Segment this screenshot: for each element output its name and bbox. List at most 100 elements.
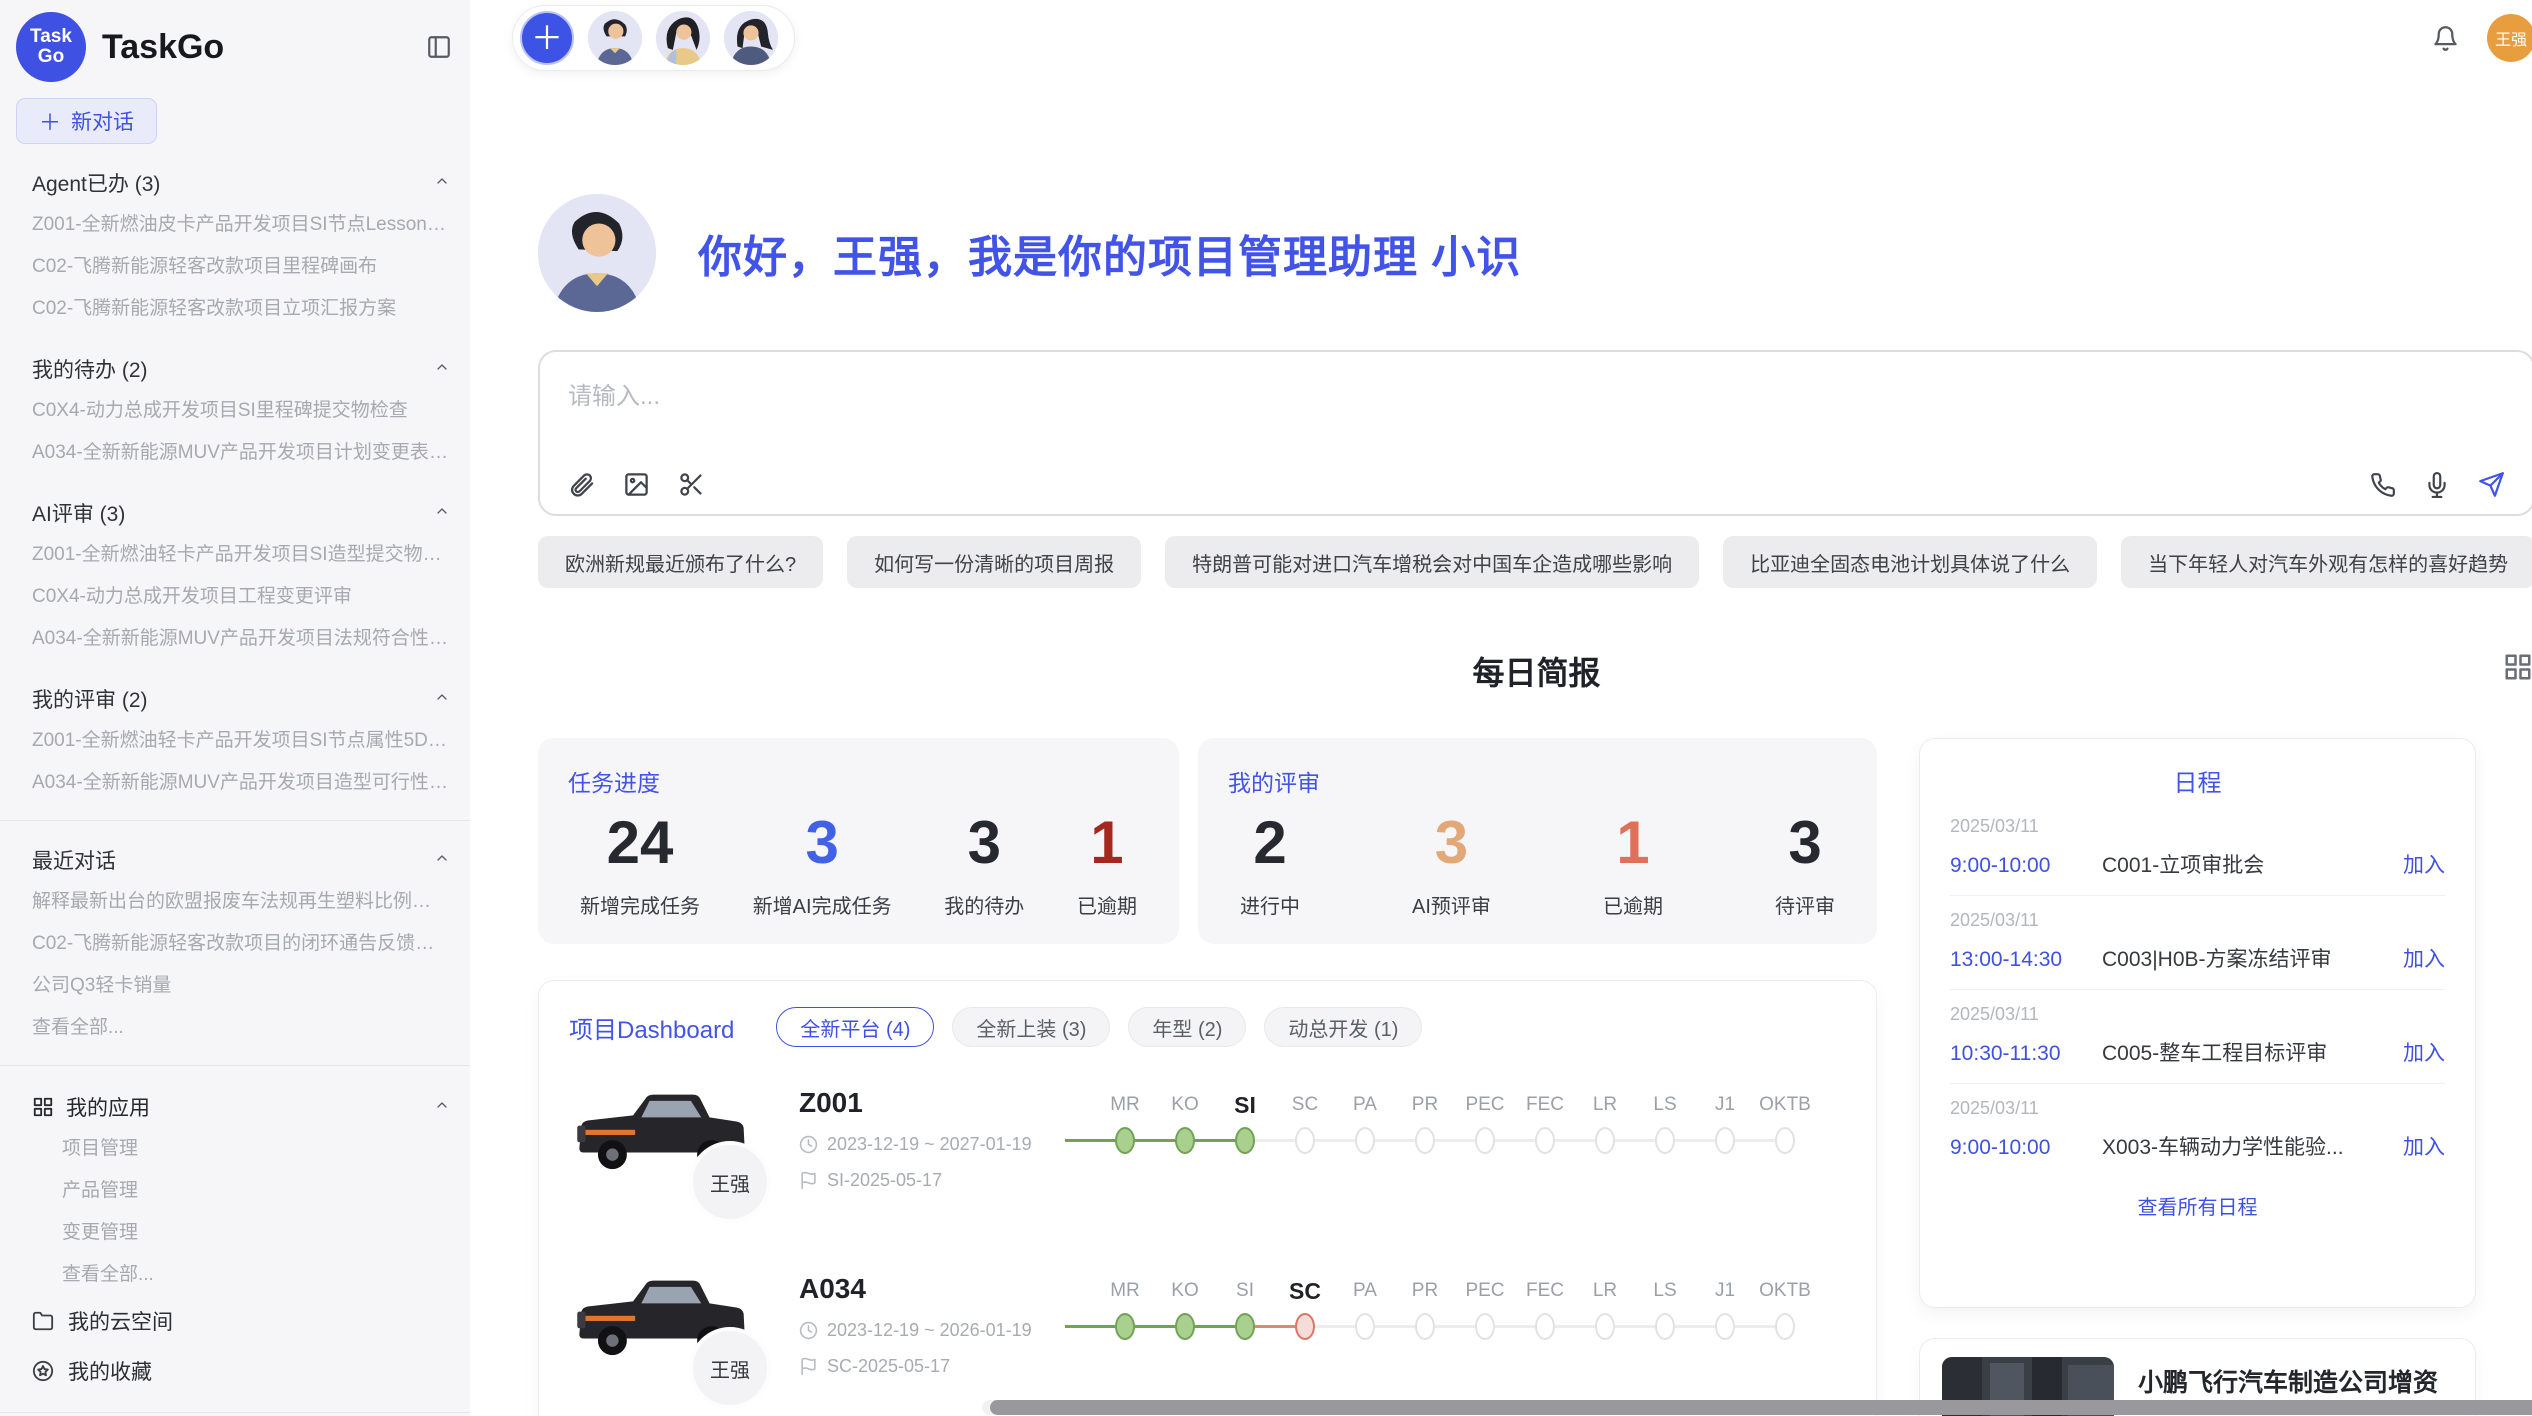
app-link[interactable]: 项目管理 <box>0 1128 470 1170</box>
milestone: SI <box>1215 1271 1275 1340</box>
schedule-title: 日程 <box>1950 763 2445 798</box>
sidebar-item-cloud-space[interactable]: 我的云空间 <box>0 1296 470 1346</box>
view-all-schedule-link[interactable]: 查看所有日程 <box>1950 1191 2445 1220</box>
stat-item: 3 我的待办 <box>944 810 1024 919</box>
section-title: 最近对话 <box>32 845 434 875</box>
recent-chat-item[interactable]: C02-飞腾新能源轻客改款项目的闭环通告反馈情况 <box>0 923 470 965</box>
schedule-name: C003|H0B-方案冻结评审 <box>2102 943 2389 973</box>
stat-label: 新增完成任务 <box>580 890 700 919</box>
notification-bell-icon[interactable] <box>2432 25 2459 52</box>
project-info: A034 2023-12-19 ~ 2026-01-19 SC-2025-05-… <box>799 1269 1095 1377</box>
section-header-ai-review[interactable]: AI评审 (3) <box>0 490 470 534</box>
agent-avatar[interactable] <box>724 11 778 65</box>
input-tools-left <box>568 471 705 498</box>
sidebar-item[interactable]: C0X4-动力总成开发项目SI里程碑提交物检查 <box>0 390 470 432</box>
suggestion-chip[interactable]: 特朗普可能对进口汽车增税会对中国车企造成哪些影响 <box>1165 536 1699 588</box>
milestone-label: PA <box>1353 1085 1377 1125</box>
milestone-node <box>1355 1127 1375 1154</box>
suggestion-chip[interactable]: 当下年轻人对汽车外观有怎样的喜好趋势 <box>2121 536 2532 588</box>
image-upload-icon[interactable] <box>623 471 650 498</box>
sidebar-item[interactable]: C02-飞腾新能源轻客改款项目立项汇报方案 <box>0 288 470 330</box>
clock-icon <box>799 1135 818 1154</box>
sidebar-item[interactable]: Z001-全新燃油轻卡产品开发项目SI造型提交物评审 <box>0 534 470 576</box>
new-chat-button[interactable]: ＋ 新对话 <box>16 98 157 144</box>
attachment-icon[interactable] <box>568 471 595 498</box>
sidebar-item[interactable]: Z001-全新燃油轻卡产品开发项目SI节点属性5D文件评审 <box>0 720 470 762</box>
scrollbar-thumb[interactable] <box>990 1400 2532 1415</box>
filter-pill[interactable]: 动总开发 (1) <box>1264 1007 1422 1047</box>
sidebar-item[interactable]: C02-飞腾新能源轻客改款项目里程碑画布 <box>0 246 470 288</box>
sidebar-item[interactable]: A034-全新新能源MUV产品开发项目造型可行性评审 <box>0 762 470 804</box>
milestone: PEC <box>1455 1085 1515 1154</box>
folder-icon <box>32 1310 54 1332</box>
sidebar-collapse-icon[interactable] <box>426 34 452 60</box>
app-link[interactable]: 变更管理 <box>0 1212 470 1254</box>
send-icon[interactable] <box>2478 471 2505 498</box>
filter-pill[interactable]: 全新上装 (3) <box>952 1007 1110 1047</box>
agent-avatar[interactable] <box>656 11 710 65</box>
microphone-icon[interactable] <box>2424 472 2450 498</box>
scissors-icon[interactable] <box>678 471 705 498</box>
app-link[interactable]: 查看全部... <box>0 1254 470 1296</box>
stat-items: 24 新增完成任务 3 新增AI完成任务 3 <box>568 810 1149 919</box>
app-link[interactable]: 产品管理 <box>0 1170 470 1212</box>
milestone-node <box>1415 1127 1435 1154</box>
chat-input[interactable]: 请输入... <box>538 350 2532 516</box>
milestone-node <box>1715 1127 1735 1154</box>
section-header-recent[interactable]: 最近对话 <box>0 837 470 881</box>
layout-grid-icon[interactable] <box>2503 652 2532 687</box>
suggestion-chip[interactable]: 如何写一份清晰的项目周报 <box>847 536 1141 588</box>
schedule-item: 2025/03/11 9:00-10:00 X003-车辆动力学性能验... 加… <box>1950 1084 2445 1177</box>
section-header-my-todo[interactable]: 我的待办 (2) <box>0 346 470 390</box>
stat-label: 我的待办 <box>944 890 1024 919</box>
filter-pill[interactable]: 全新平台 (4) <box>776 1007 934 1047</box>
join-link[interactable]: 加入 <box>2403 943 2445 973</box>
project-owner-badge: 王强 <box>689 1141 771 1223</box>
sidebar-item[interactable]: Z001-全新燃油皮卡产品开发项目SI节点Lesson Learn报告 <box>0 204 470 246</box>
sidebar-section-ai-review: AI评审 (3) Z001-全新燃油轻卡产品开发项目SI造型提交物评审C0X4-… <box>0 490 470 660</box>
schedule-time: 13:00-14:30 <box>1950 948 2102 972</box>
project-row[interactable]: 王强 Z001 2023-12-19 ~ 2027-01-19 SI-2025-… <box>569 1083 1846 1233</box>
milestone-node <box>1415 1313 1435 1340</box>
horizontal-scrollbar[interactable] <box>982 1400 2532 1415</box>
topbar: ＋ 王强 <box>538 2 2532 74</box>
section-header-my-apps[interactable]: 我的应用 <box>0 1082 470 1128</box>
suggestion-chip[interactable]: 欧洲新规最近颁布了什么? <box>538 536 823 588</box>
recent-chat-item[interactable]: 公司Q3轻卡销量 <box>0 965 470 1007</box>
schedule-time: 9:00-10:00 <box>1950 1136 2102 1160</box>
agent-avatar[interactable] <box>588 11 642 65</box>
milestone-node <box>1595 1127 1615 1154</box>
app-root: Task Go TaskGo ＋ 新对话 Agent已办 (3) Z001-全新… <box>0 0 2532 1416</box>
section-title: AI评审 (3) <box>32 498 434 528</box>
daily-briefing-header: 每日简报 <box>538 648 2532 694</box>
milestone-label: PA <box>1353 1271 1377 1311</box>
recent-chat-item[interactable]: 解释最新出台的欧盟报废车法规再生塑料比例被调到15%... <box>0 881 470 923</box>
sidebar-item[interactable]: C0X4-动力总成开发项目工程变更评审 <box>0 576 470 618</box>
sidebar-item[interactable]: A034-全新新能源MUV产品开发项目计划变更表编写 <box>0 432 470 474</box>
user-avatar[interactable]: 王强 <box>2487 14 2532 62</box>
stat-item: 3 AI预评审 <box>1412 810 1491 919</box>
project-row[interactable]: 王强 A034 2023-12-19 ~ 2026-01-19 SC-2025-… <box>569 1269 1846 1416</box>
milestone: LR <box>1575 1271 1635 1340</box>
filter-pill[interactable]: 年型 (2) <box>1128 1007 1246 1047</box>
sidebar-item-favorites[interactable]: 我的收藏 <box>0 1346 470 1396</box>
milestone-label: OKTB <box>1759 1085 1811 1125</box>
milestone: SC <box>1275 1085 1335 1154</box>
section-header-my-review[interactable]: 我的评审 (2) <box>0 676 470 720</box>
schedule-item: 2025/03/11 9:00-10:00 C001-立项审批会 加入 <box>1950 802 2445 896</box>
add-agent-button[interactable]: ＋ <box>520 11 574 65</box>
stat-value: 3 <box>944 810 1024 876</box>
milestone-label: KO <box>1171 1085 1198 1125</box>
join-link[interactable]: 加入 <box>2403 849 2445 879</box>
recent-chat-item[interactable]: 查看全部... <box>0 1007 470 1049</box>
phone-icon[interactable] <box>2370 472 2396 498</box>
join-link[interactable]: 加入 <box>2403 1037 2445 1067</box>
sidebar-section-agent-done: Agent已办 (3) Z001-全新燃油皮卡产品开发项目SI节点Lesson … <box>0 160 470 330</box>
sidebar-item[interactable]: A034-全新新能源MUV产品开发项目法规符合性评审 <box>0 618 470 660</box>
join-link[interactable]: 加入 <box>2403 1131 2445 1161</box>
suggestion-chip[interactable]: 比亚迪全固态电池计划具体说了什么 <box>1723 536 2097 588</box>
stat-label: AI预评审 <box>1412 890 1491 919</box>
star-icon <box>32 1360 54 1382</box>
milestone-node <box>1655 1127 1675 1154</box>
section-header-agent-done[interactable]: Agent已办 (3) <box>0 160 470 204</box>
